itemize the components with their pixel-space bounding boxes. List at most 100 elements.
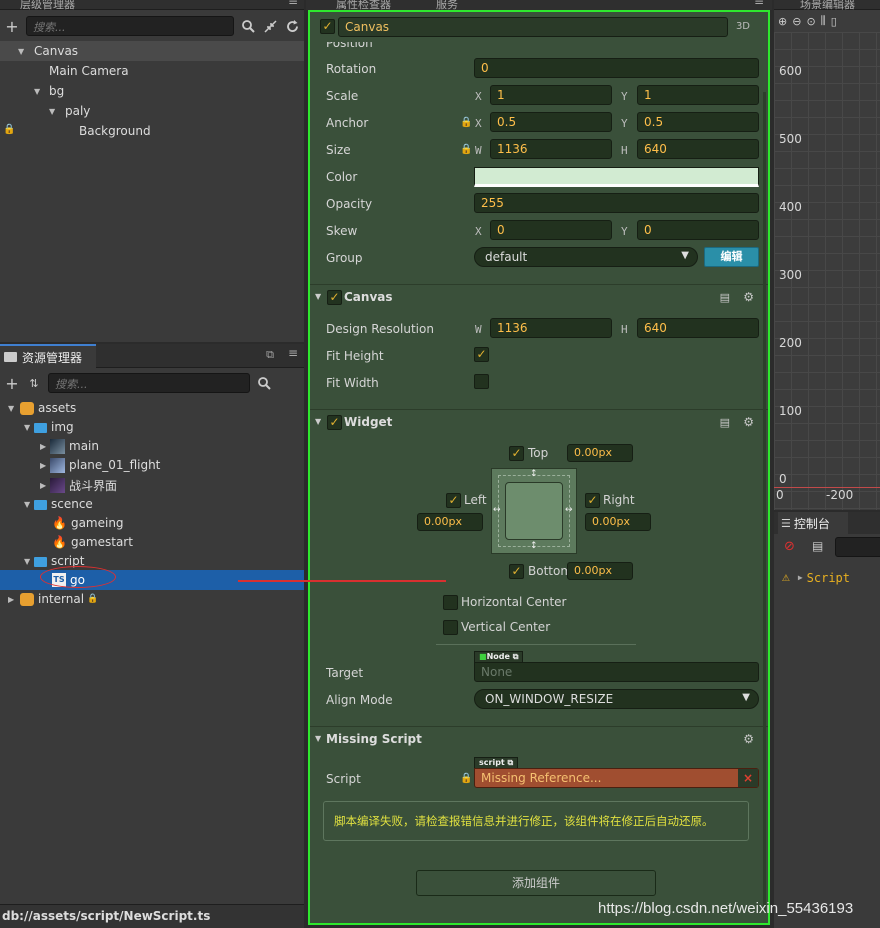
- opacity-input[interactable]: 255: [474, 193, 759, 213]
- asset-main[interactable]: ▶ main: [0, 436, 304, 456]
- lock-icon[interactable]: 🔒: [460, 144, 472, 155]
- widget-left-input[interactable]: 0.00px: [417, 513, 483, 531]
- menu-icon[interactable]: ≡: [754, 0, 764, 8]
- tree-node-bg[interactable]: ▼ bg: [0, 81, 304, 101]
- add-icon[interactable]: +: [4, 374, 20, 393]
- canvas-enabled-checkbox[interactable]: ✓: [327, 290, 342, 305]
- expand-triangle-icon[interactable]: ▼: [34, 87, 44, 96]
- asset-script[interactable]: ▼ script: [0, 551, 304, 571]
- book-icon[interactable]: ▤: [720, 291, 730, 304]
- node-active-checkbox[interactable]: ✓: [320, 19, 335, 34]
- skew-x-input[interactable]: 0: [490, 220, 612, 240]
- design-w-input[interactable]: 1136: [490, 318, 612, 338]
- tree-node-main-camera[interactable]: Main Camera: [0, 61, 304, 81]
- widget-bottom-input[interactable]: 0.00px: [567, 562, 633, 580]
- diagram-content-box[interactable]: [505, 482, 563, 540]
- expand-triangle-icon[interactable]: ▶: [798, 573, 803, 582]
- asset-plane[interactable]: ▶ plane_01_flight: [0, 455, 304, 475]
- missing-script-header[interactable]: ▼ Missing Script ⚙: [310, 726, 768, 752]
- lock-icon[interactable]: 🔒: [3, 124, 15, 135]
- vertical-center-checkbox[interactable]: [443, 620, 458, 635]
- clear-console-icon[interactable]: ⊘: [784, 539, 795, 554]
- refresh-icon[interactable]: [284, 18, 300, 34]
- collapse-triangle-icon[interactable]: ▼: [315, 417, 321, 426]
- assets-tab[interactable]: 资源管理器: [0, 344, 96, 368]
- clear-icon[interactable]: ×: [738, 769, 758, 787]
- group-edit-button[interactable]: 编辑: [704, 247, 759, 267]
- widget-enabled-checkbox[interactable]: ✓: [327, 415, 342, 430]
- align-icon-2[interactable]: ▯: [831, 15, 837, 28]
- inspector-scrollbar[interactable]: [763, 92, 766, 912]
- zoom-in-icon[interactable]: ⊕: [778, 15, 787, 28]
- asset-gameing[interactable]: 🔥 gameing: [0, 513, 304, 533]
- lock-icon[interactable]: 🔒: [460, 773, 472, 784]
- canvas-component-header[interactable]: ▼ ✓ Canvas ▤ ⚙: [310, 284, 768, 310]
- group-select[interactable]: default ▼: [474, 247, 698, 267]
- asset-assets[interactable]: ▼ assets: [0, 398, 304, 418]
- tree-node-background[interactable]: 🔒 Background: [0, 121, 304, 141]
- widget-bottom-checkbox[interactable]: ✓: [509, 564, 524, 579]
- search-icon[interactable]: [256, 375, 272, 391]
- scale-x-input[interactable]: 1: [490, 85, 612, 105]
- scale-y-input[interactable]: 1: [637, 85, 759, 105]
- expand-triangle-icon[interactable]: ▶: [8, 595, 18, 604]
- add-icon[interactable]: +: [4, 17, 20, 36]
- anchor-x-input[interactable]: 0.5: [490, 112, 612, 132]
- expand-triangle-icon[interactable]: ▼: [24, 500, 34, 509]
- fit-height-checkbox[interactable]: ✓: [474, 347, 489, 362]
- search-icon[interactable]: [240, 18, 256, 34]
- gear-icon[interactable]: ⚙: [743, 290, 754, 304]
- expand-triangle-icon[interactable]: ▼: [18, 47, 28, 56]
- size-h-input[interactable]: 640: [637, 139, 759, 159]
- book-icon[interactable]: ▤: [720, 416, 730, 429]
- assets-search-input[interactable]: 搜索...: [48, 373, 250, 393]
- asset-internal[interactable]: ▶ internal 🔒: [0, 589, 304, 609]
- widget-right-input[interactable]: 0.00px: [585, 513, 651, 531]
- add-component-button[interactable]: 添加组件: [416, 870, 656, 896]
- collapse-triangle-icon[interactable]: ▼: [315, 734, 321, 743]
- widget-right-checkbox[interactable]: ✓: [585, 493, 600, 508]
- collapse-icon[interactable]: [262, 18, 278, 34]
- widget-component-header[interactable]: ▼ ✓ Widget ▤ ⚙: [310, 409, 768, 435]
- asset-scence[interactable]: ▼ scence: [0, 494, 304, 514]
- node-name-input[interactable]: Canvas: [338, 17, 728, 37]
- sort-icon[interactable]: ⇅: [26, 375, 42, 391]
- expand-triangle-icon[interactable]: ▼: [49, 107, 59, 116]
- menu-icon[interactable]: ≡: [288, 346, 298, 360]
- console-tab[interactable]: ☰ 控制台: [778, 512, 848, 534]
- hierarchy-search-input[interactable]: 搜索...: [26, 16, 234, 36]
- asset-battle-ui[interactable]: ▶ 战斗界面: [0, 475, 304, 495]
- widget-left-checkbox[interactable]: ✓: [446, 493, 461, 508]
- gear-icon[interactable]: ⚙: [743, 732, 754, 746]
- expand-triangle-icon[interactable]: ▶: [40, 461, 50, 470]
- lock-icon[interactable]: 🔒: [460, 117, 472, 128]
- widget-top-input[interactable]: 0.00px: [567, 444, 633, 462]
- horizontal-center-checkbox[interactable]: [443, 595, 458, 610]
- widget-top-checkbox[interactable]: ✓: [509, 446, 524, 461]
- align-mode-select[interactable]: ON_WINDOW_RESIZE ▼: [474, 689, 759, 709]
- console-filter-input[interactable]: [835, 537, 880, 557]
- script-missing-input[interactable]: Missing Reference... ×: [474, 768, 759, 788]
- menu-icon[interactable]: ≡: [288, 0, 298, 8]
- console-entry[interactable]: ⚠ ▶ Script: [782, 570, 850, 585]
- tree-node-paly[interactable]: ▼ paly: [0, 101, 304, 121]
- expand-triangle-icon[interactable]: ▶: [40, 442, 50, 451]
- zoom-fit-icon[interactable]: ⊙: [806, 15, 815, 28]
- expand-triangle-icon[interactable]: ▼: [8, 404, 18, 413]
- design-h-input[interactable]: 640: [637, 318, 759, 338]
- badge-3d[interactable]: 3D: [736, 21, 750, 32]
- align-icon[interactable]: ⫼: [821, 14, 826, 28]
- rotation-input[interactable]: 0: [474, 58, 759, 78]
- expand-triangle-icon[interactable]: ▼: [24, 557, 34, 566]
- anchor-y-input[interactable]: 0.5: [637, 112, 759, 132]
- target-input[interactable]: None: [474, 662, 759, 682]
- tree-node-canvas[interactable]: ▼ Canvas: [0, 41, 304, 61]
- zoom-out-icon[interactable]: ⊖: [792, 15, 801, 28]
- expand-triangle-icon[interactable]: ▼: [24, 423, 34, 432]
- color-swatch[interactable]: [474, 167, 759, 187]
- asset-img[interactable]: ▼ img: [0, 417, 304, 437]
- collapse-triangle-icon[interactable]: ▼: [315, 292, 321, 301]
- size-w-input[interactable]: 1136: [490, 139, 612, 159]
- fit-width-checkbox[interactable]: [474, 374, 489, 389]
- file-icon[interactable]: ▤: [812, 539, 823, 553]
